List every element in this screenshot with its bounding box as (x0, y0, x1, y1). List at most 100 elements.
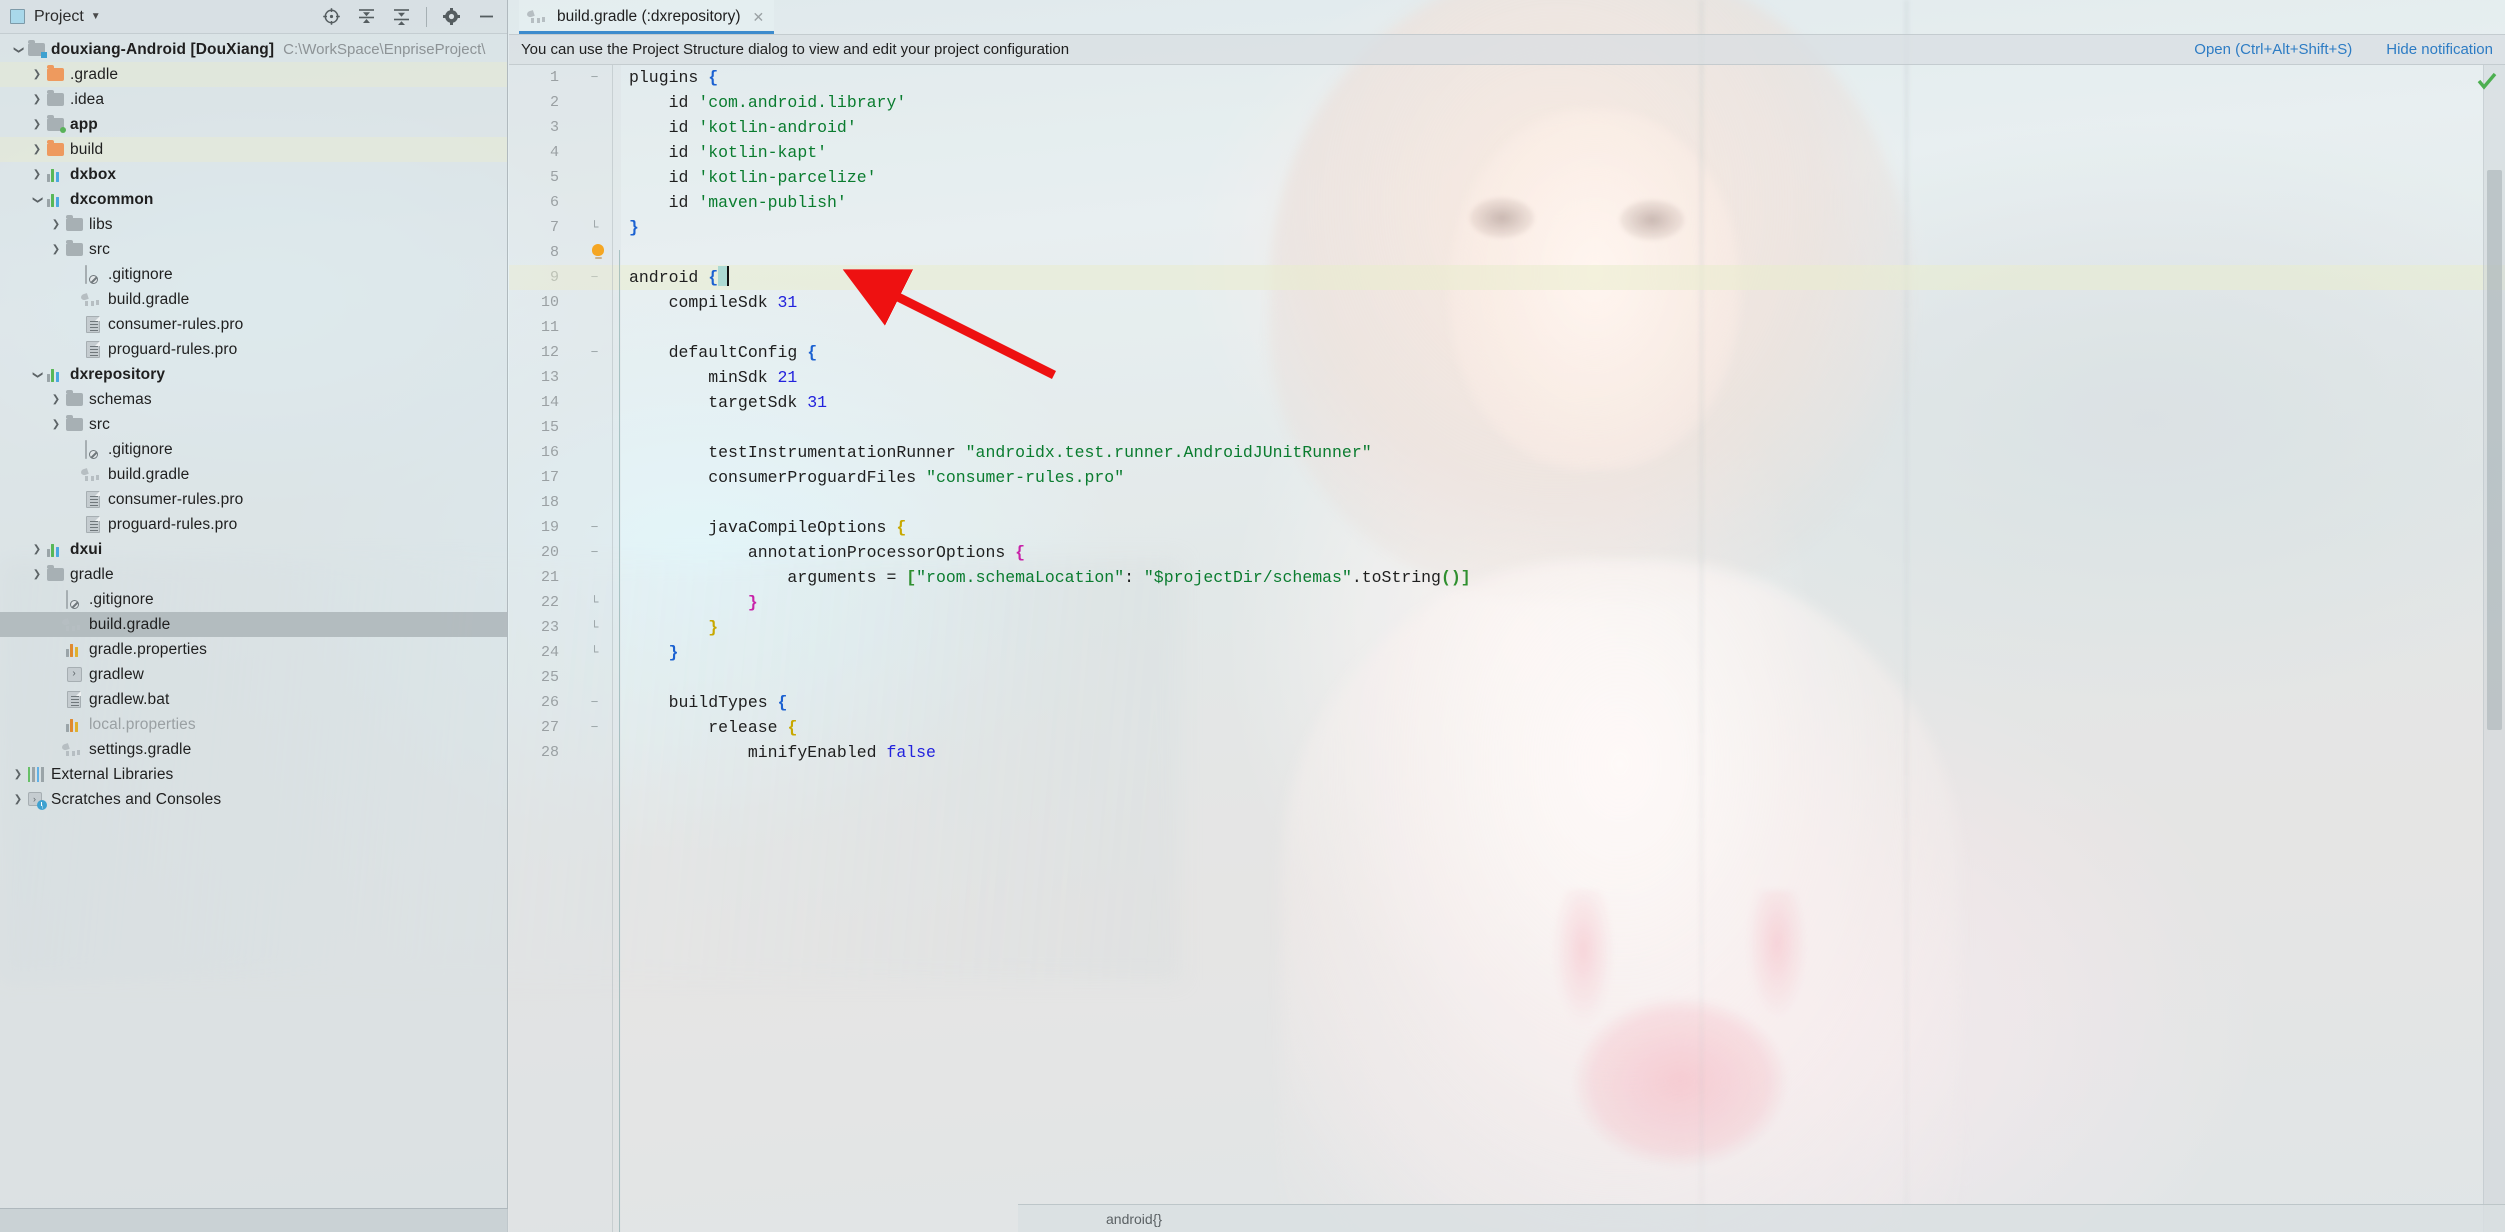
code-line[interactable] (621, 665, 2505, 690)
checkmark-ok-icon[interactable] (2472, 68, 2502, 94)
editor-gutter[interactable]: 1−2 3 4 5 6 7 └ 8 9−10 11 12−13 14 15 16 17 18 19−20−21 2… (509, 65, 621, 1232)
code-line[interactable]: arguments = ["room.schemaLocation": "$pr… (621, 565, 2505, 590)
code-line[interactable]: } (621, 640, 2505, 665)
code-line[interactable]: defaultConfig { (621, 340, 2505, 365)
code-line[interactable]: } (621, 215, 2505, 240)
fold-end-icon[interactable]: └ (587, 215, 602, 240)
notification-open-link[interactable]: Open (Ctrl+Alt+Shift+S) (2194, 41, 2352, 58)
select-opened-file-icon[interactable] (321, 6, 342, 27)
code-line[interactable] (621, 240, 2505, 265)
chevron-right-icon[interactable]: ❯ (29, 569, 45, 580)
tree-item-gradlew[interactable]: ❯›gradlew (0, 662, 507, 687)
fold-collapse-icon[interactable]: − (587, 515, 602, 540)
code-line[interactable]: minifyEnabled false (621, 740, 2505, 765)
tree-item--gitignore[interactable]: ❯.gitignore (0, 587, 507, 612)
tree-item-local-properties[interactable]: ❯local.properties (0, 712, 507, 737)
tree-item-libs[interactable]: ❯ libs (0, 212, 507, 237)
hide-panel-icon[interactable] (476, 6, 497, 27)
chevron-right-icon[interactable]: ❯ (48, 244, 64, 255)
chevron-right-icon[interactable]: ❯ (29, 69, 45, 80)
code-line[interactable]: id 'maven-publish' (621, 190, 2505, 215)
editor-tab-build-gradle[interactable]: build.gradle (:dxrepository) ✕ (519, 0, 775, 34)
tree-item-consumer-rules-pro[interactable]: ❯consumer-rules.pro (0, 312, 507, 337)
code-line[interactable]: compileSdk 31 (621, 290, 2505, 315)
collapse-all-icon[interactable] (391, 6, 412, 27)
code-line[interactable]: id 'com.android.library' (621, 90, 2505, 115)
code-line[interactable]: javaCompileOptions { (621, 515, 2505, 540)
tree-item-build-gradle[interactable]: ❯build.gradle (0, 462, 507, 487)
tree-item-douxiang-android[interactable]: ❯ douxiang-Android [DouXiang] C:\WorkSpace… (0, 37, 507, 62)
chevron-right-icon[interactable]: ❯ (10, 794, 26, 805)
tree-item-dxbox[interactable]: ❯ dxbox (0, 162, 507, 187)
tree-item-settings-gradle[interactable]: ❯settings.gradle (0, 737, 507, 762)
tree-item-app[interactable]: ❯ app (0, 112, 507, 137)
code-line[interactable]: buildTypes { (621, 690, 2505, 715)
code-text[interactable]: plugins { id 'com.android.library' id 'k… (621, 65, 2505, 1232)
chevron-down-icon[interactable]: ❯ (13, 42, 24, 58)
code-line[interactable] (621, 315, 2505, 340)
tree-item-gradlew-bat[interactable]: ❯gradlew.bat (0, 687, 507, 712)
tree-item--idea[interactable]: ❯ .idea (0, 87, 507, 112)
scrollbar-thumb[interactable] (2487, 170, 2502, 730)
tree-item-dxcommon[interactable]: ❯ dxcommon (0, 187, 507, 212)
chevron-down-icon[interactable]: ❯ (32, 367, 43, 383)
fold-collapse-icon[interactable]: − (587, 540, 602, 565)
tree-item-build[interactable]: ❯ build (0, 137, 507, 162)
tree-item-dxui[interactable]: ❯ dxui (0, 537, 507, 562)
chevron-down-icon[interactable]: ❯ (32, 192, 43, 208)
project-tree[interactable]: ❯ douxiang-Android [DouXiang] C:\WorkSpace… (0, 34, 507, 812)
editor-scrollbar-rail[interactable] (2483, 65, 2505, 1232)
chevron-right-icon[interactable]: ❯ (29, 144, 45, 155)
chevron-right-icon[interactable]: ❯ (29, 169, 45, 180)
code-line[interactable]: release { (621, 715, 2505, 740)
tree-item-src[interactable]: ❯ src (0, 237, 507, 262)
code-editor[interactable]: 1−2 3 4 5 6 7 └ 8 9−10 11 12−13 14 15 16 17 18 19−20−21 2… (509, 65, 2505, 1232)
chevron-right-icon[interactable]: ❯ (29, 119, 45, 130)
chevron-right-icon[interactable]: ❯ (48, 419, 64, 430)
code-line[interactable]: } (621, 590, 2505, 615)
tree-item-proguard-rules-pro[interactable]: ❯proguard-rules.pro (0, 512, 507, 537)
intention-bulb-icon[interactable] (590, 244, 606, 260)
close-icon[interactable]: ✕ (753, 9, 765, 26)
chevron-right-icon[interactable]: ❯ (29, 544, 45, 555)
code-line[interactable] (621, 490, 2505, 515)
fold-collapse-icon[interactable]: − (587, 340, 602, 365)
fold-end-icon[interactable]: └ (587, 590, 602, 615)
code-line[interactable]: annotationProcessorOptions { (621, 540, 2505, 565)
tree-item-external-libraries[interactable]: ❯ External Libraries (0, 762, 507, 787)
tree-item-schemas[interactable]: ❯ schemas (0, 387, 507, 412)
code-line[interactable] (621, 415, 2505, 440)
chevron-right-icon[interactable]: ❯ (48, 219, 64, 230)
tree-item-src[interactable]: ❯ src (0, 412, 507, 437)
tree-item-gradle[interactable]: ❯ gradle (0, 562, 507, 587)
tree-item-gradle-properties[interactable]: ❯gradle.properties (0, 637, 507, 662)
notification-hide-link[interactable]: Hide notification (2386, 41, 2493, 58)
chevron-right-icon[interactable]: ❯ (29, 94, 45, 105)
fold-end-icon[interactable]: └ (587, 640, 602, 665)
code-line[interactable]: plugins { (621, 65, 2505, 90)
fold-collapse-icon[interactable]: − (587, 65, 602, 90)
code-line[interactable]: targetSdk 31 (621, 390, 2505, 415)
code-line[interactable]: id 'kotlin-android' (621, 115, 2505, 140)
tree-item-consumer-rules-pro[interactable]: ❯consumer-rules.pro (0, 487, 507, 512)
expand-all-icon[interactable] (356, 6, 377, 27)
code-line[interactable]: id 'kotlin-kapt' (621, 140, 2505, 165)
tree-item--gradle[interactable]: ❯ .gradle (0, 62, 507, 87)
chevron-right-icon[interactable]: ❯ (10, 769, 26, 780)
code-line[interactable]: id 'kotlin-parcelize' (621, 165, 2505, 190)
code-line[interactable]: android { (621, 265, 2505, 290)
chevron-down-icon[interactable]: ▼ (91, 11, 101, 22)
fold-collapse-icon[interactable]: − (587, 690, 602, 715)
tree-item-scratches-and-consoles[interactable]: ❯ › Scratches and Consoles (0, 787, 507, 812)
fold-end-icon[interactable]: └ (587, 615, 602, 640)
code-line[interactable]: consumerProguardFiles "consumer-rules.pr… (621, 465, 2505, 490)
settings-gear-icon[interactable] (441, 6, 462, 27)
tree-item-build-gradle[interactable]: ❯build.gradle (0, 287, 507, 312)
chevron-right-icon[interactable]: ❯ (48, 394, 64, 405)
code-line[interactable]: minSdk 21 (621, 365, 2505, 390)
tree-item-proguard-rules-pro[interactable]: ❯proguard-rules.pro (0, 337, 507, 362)
tree-item-build-gradle[interactable]: ❯build.gradle (0, 612, 507, 637)
code-line[interactable]: } (621, 615, 2505, 640)
tree-item--gitignore[interactable]: ❯.gitignore (0, 262, 507, 287)
fold-collapse-icon[interactable]: − (587, 715, 602, 740)
